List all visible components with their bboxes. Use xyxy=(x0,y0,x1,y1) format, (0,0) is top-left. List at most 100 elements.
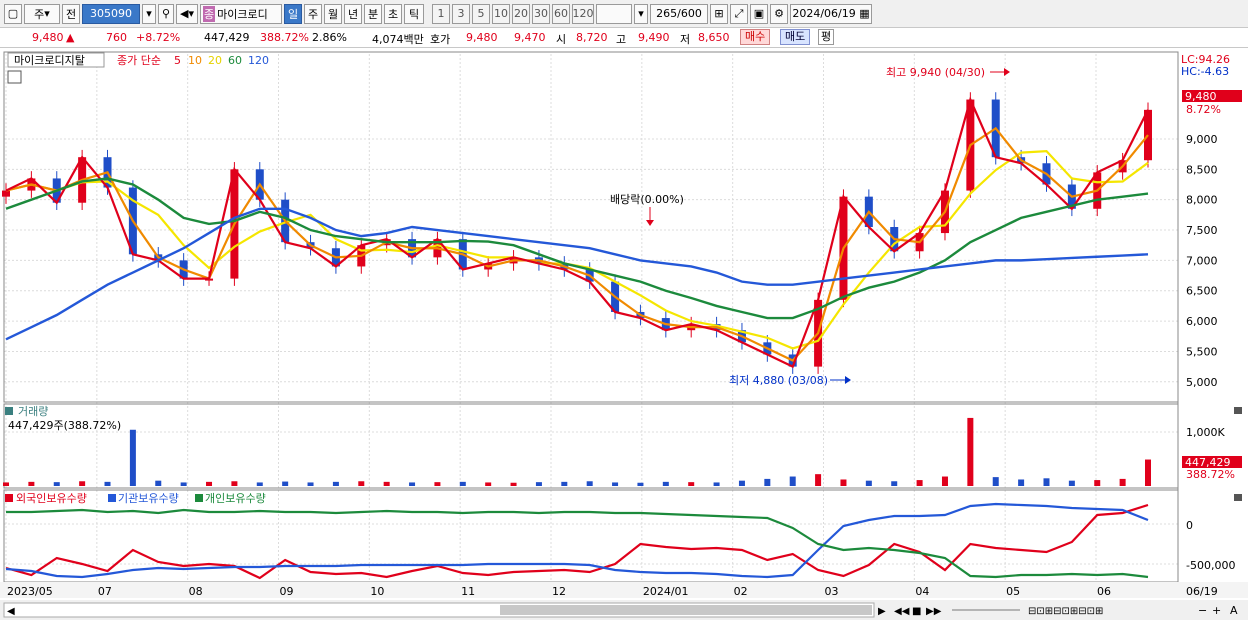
sound-icon[interactable]: ◀▾ xyxy=(176,3,198,24)
volume-bar xyxy=(789,476,796,486)
x-axis-end-date: 06/19 xyxy=(1186,585,1218,598)
x-axis-band xyxy=(0,582,1248,598)
interval-input[interactable] xyxy=(596,3,632,24)
volume-bar xyxy=(967,417,974,486)
num-1[interactable]: 1 xyxy=(432,3,450,24)
tools-icons[interactable]: ⊟⊡⊞⊟⊡⊞⊟⊡⊞ xyxy=(1028,606,1103,617)
num-10[interactable]: 10 xyxy=(492,3,510,24)
volume-bar xyxy=(637,482,644,486)
period-year[interactable]: 년 xyxy=(344,3,362,24)
period-tick[interactable]: 틱 xyxy=(404,3,424,24)
volume-tick: 1,000K xyxy=(1186,426,1225,439)
period-minute[interactable]: 분 xyxy=(364,3,382,24)
num-10-label: 10 xyxy=(494,7,508,20)
stop-icon[interactable]: ■ xyxy=(912,606,921,617)
x-tick-label: 03 xyxy=(825,585,839,598)
chart-type-icon[interactable]: ⊞ xyxy=(710,3,728,24)
volume-bar xyxy=(180,482,187,486)
period-week[interactable]: 주 xyxy=(304,3,322,24)
rewind-icon[interactable]: ◀◀ xyxy=(894,606,910,617)
volume-bar xyxy=(561,481,568,486)
volume-bar xyxy=(155,480,162,486)
pct-tag-text: 8.72% xyxy=(1186,103,1221,116)
scroll-left-icon[interactable]: ◀ xyxy=(7,606,15,617)
volume-bar xyxy=(738,480,745,486)
layout-icon[interactable]: ▢ xyxy=(4,3,22,24)
date-input[interactable]: 2024/06/19 ▦ xyxy=(790,3,872,24)
x-tick-label: 08 xyxy=(189,585,203,598)
compare-icon[interactable]: ⤢ xyxy=(730,3,748,24)
ma120-legend: 120 xyxy=(248,54,269,67)
price-change: 760 xyxy=(106,31,127,44)
holding-tick-0: 0 xyxy=(1186,519,1193,532)
volume-bar xyxy=(358,481,365,486)
num-60[interactable]: 60 xyxy=(552,3,570,24)
num-120[interactable]: 120 xyxy=(572,3,594,24)
stock-code: 305090 xyxy=(90,7,132,20)
volume-bar xyxy=(1043,478,1050,486)
buy-button[interactable]: 매수 xyxy=(740,29,771,45)
market-select[interactable]: 주 ▾ xyxy=(24,3,60,24)
period-second[interactable]: 초 xyxy=(384,3,402,24)
price-y-axis: 5,000 5,500 6,000 6,500 7,000 7,500 8,000 8,500… xyxy=(1186,133,1218,389)
price-tick-label: 7,000 xyxy=(1186,254,1218,267)
num-1-label: 1 xyxy=(437,7,445,20)
eval-button[interactable]: 평 xyxy=(818,29,835,45)
sell-button[interactable]: 매도 xyxy=(780,29,811,45)
zoom-out-icon[interactable]: − xyxy=(1198,604,1207,617)
volume-bar xyxy=(535,482,542,486)
font-size-icon[interactable]: A xyxy=(1230,604,1238,617)
volume-bar xyxy=(1068,480,1075,486)
volume-bar xyxy=(865,480,872,486)
volume-bar xyxy=(662,481,669,486)
volume-bar xyxy=(485,482,492,486)
volume-bar xyxy=(383,481,390,486)
interval-dropdown-icon[interactable]: ▾ xyxy=(634,3,648,24)
save-icon[interactable]: ▣ xyxy=(750,3,768,24)
high-annotation: 최고 9,940 (04/30) xyxy=(886,66,985,79)
chart-title: 마이크로디지탈 xyxy=(14,54,85,67)
volume-bar xyxy=(53,482,60,486)
volume-bar xyxy=(612,482,619,486)
stock-name[interactable]: 종 마이크로디 xyxy=(200,3,282,24)
x-tick-label: 07 xyxy=(98,585,112,598)
volume-bar xyxy=(79,481,86,486)
period-month[interactable]: 월 xyxy=(324,3,342,24)
kosdaq-badge: 종 xyxy=(203,5,216,22)
calc-icon[interactable] xyxy=(7,70,22,84)
num-5-label: 5 xyxy=(477,7,485,20)
code-dropdown-icon[interactable]: ▾ xyxy=(142,3,156,24)
ma20-legend: 20 xyxy=(208,54,222,67)
period-day[interactable]: 일 xyxy=(284,3,302,24)
gear-icon[interactable]: ⚙ xyxy=(770,3,788,24)
count-total: /600 xyxy=(677,7,702,20)
forward-icon[interactable]: ▶▶ xyxy=(926,606,942,617)
num-5[interactable]: 5 xyxy=(472,3,490,24)
volume-tag2-text: 388.72% xyxy=(1186,468,1235,481)
volume-bar xyxy=(1018,479,1025,486)
zoom-in-icon[interactable]: + xyxy=(1212,604,1221,617)
date-value: 2024/06/19 xyxy=(792,7,856,20)
volume-bar xyxy=(764,478,771,486)
mode-value: 전 xyxy=(65,7,77,21)
scroll-right-icon[interactable]: ▶ xyxy=(878,606,886,617)
count-input[interactable]: 265/600 xyxy=(650,3,708,24)
volume-bar xyxy=(891,481,898,486)
stock-chart[interactable]: 마이크로디지탈 종가 단순 5 10 20 60 120 LC:94.26 HC… xyxy=(0,50,1248,621)
search-icon[interactable]: ⚲ xyxy=(158,3,174,24)
num-3[interactable]: 3 xyxy=(452,3,470,24)
bid-price: 9,470 xyxy=(514,31,546,44)
holding-close-icon[interactable] xyxy=(1234,494,1242,501)
volume-close-icon[interactable] xyxy=(1234,407,1242,414)
scroll-thumb[interactable] xyxy=(500,605,872,615)
x-tick-label: 2024/01 xyxy=(643,585,689,598)
period-day-label: 일 xyxy=(287,7,299,21)
stock-code-input[interactable]: 305090 xyxy=(82,3,140,24)
mode-select[interactable]: 전 xyxy=(62,3,80,24)
toolbar: ▢ 주 ▾ 전 305090 ▾ ⚲ ◀▾ 종 마이크로디 일 주 월 년 분 초 … xyxy=(0,0,1248,28)
num-30[interactable]: 30 xyxy=(532,3,550,24)
open-label: 시 xyxy=(556,33,567,46)
turnover-rate: 2.86% xyxy=(312,31,347,44)
volume-bar xyxy=(941,476,948,486)
num-20[interactable]: 20 xyxy=(512,3,530,24)
